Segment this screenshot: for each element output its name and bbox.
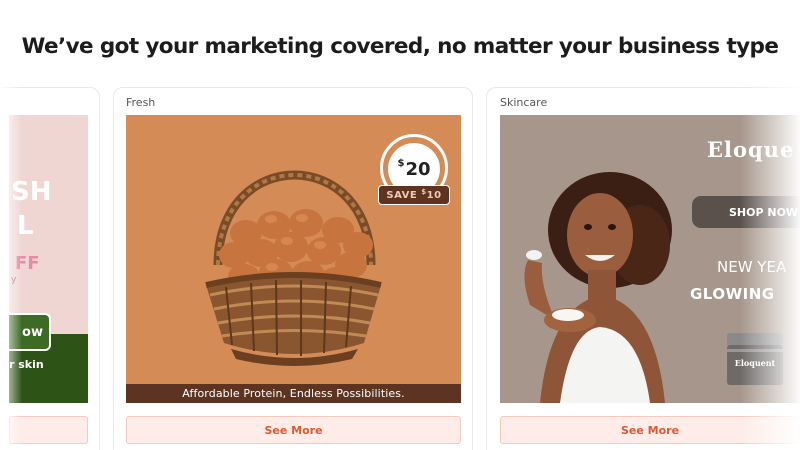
fresh-banner-text: Affordable Protein, Endless Possibilitie… [126, 384, 461, 403]
jar-label: Eloquent [734, 358, 776, 368]
card-label-skincare: Skincare [500, 96, 548, 109]
left-tagline: r skin [9, 358, 44, 371]
cream-jar-image: Eloquent [725, 331, 785, 387]
left-text-2: L [17, 211, 34, 241]
fresh-card-image: $20 SAVE $10 Affordable Protein, Endless … [126, 115, 461, 403]
card-fresh[interactable]: Fresh $ 20 SAVE $ 10 Affordable Protein,… [113, 87, 473, 450]
new-year-text: NEW YEA [717, 258, 787, 276]
save-value: 10 [426, 189, 442, 201]
brand-title: Eloque [707, 137, 795, 162]
save-badge: SAVE $10 [378, 185, 450, 205]
left-text-4: y [11, 275, 17, 285]
left-text-1: SH [11, 177, 52, 207]
price-currency: $ [397, 157, 405, 169]
left-see-more-button[interactable] [9, 416, 88, 444]
card-skincare[interactable]: Skincare Eloque SHOP NOW NEW YEA GLOWING [486, 87, 800, 450]
glowing-text: GLOWING [690, 285, 775, 303]
page-headline: We’ve got your marketing covered, no mat… [21, 34, 779, 59]
left-cta-button[interactable]: ow [9, 313, 51, 351]
save-label: SAVE [386, 189, 418, 201]
shop-now-button[interactable]: SHOP NOW [692, 196, 800, 228]
skincare-card-image: Eloque SHOP NOW NEW YEA GLOWING Eloquent [500, 115, 800, 403]
left-text-3: FF [15, 253, 40, 274]
card-label-fresh: Fresh [126, 96, 156, 109]
left-card-image: SH L FF y r skin ow [9, 115, 88, 403]
skincare-see-more-button[interactable]: See More [500, 416, 800, 444]
price-value: 20 [405, 158, 431, 180]
card-left[interactable]: SH L FF y r skin ow [0, 87, 100, 450]
fresh-see-more-button[interactable]: See More [126, 416, 461, 444]
